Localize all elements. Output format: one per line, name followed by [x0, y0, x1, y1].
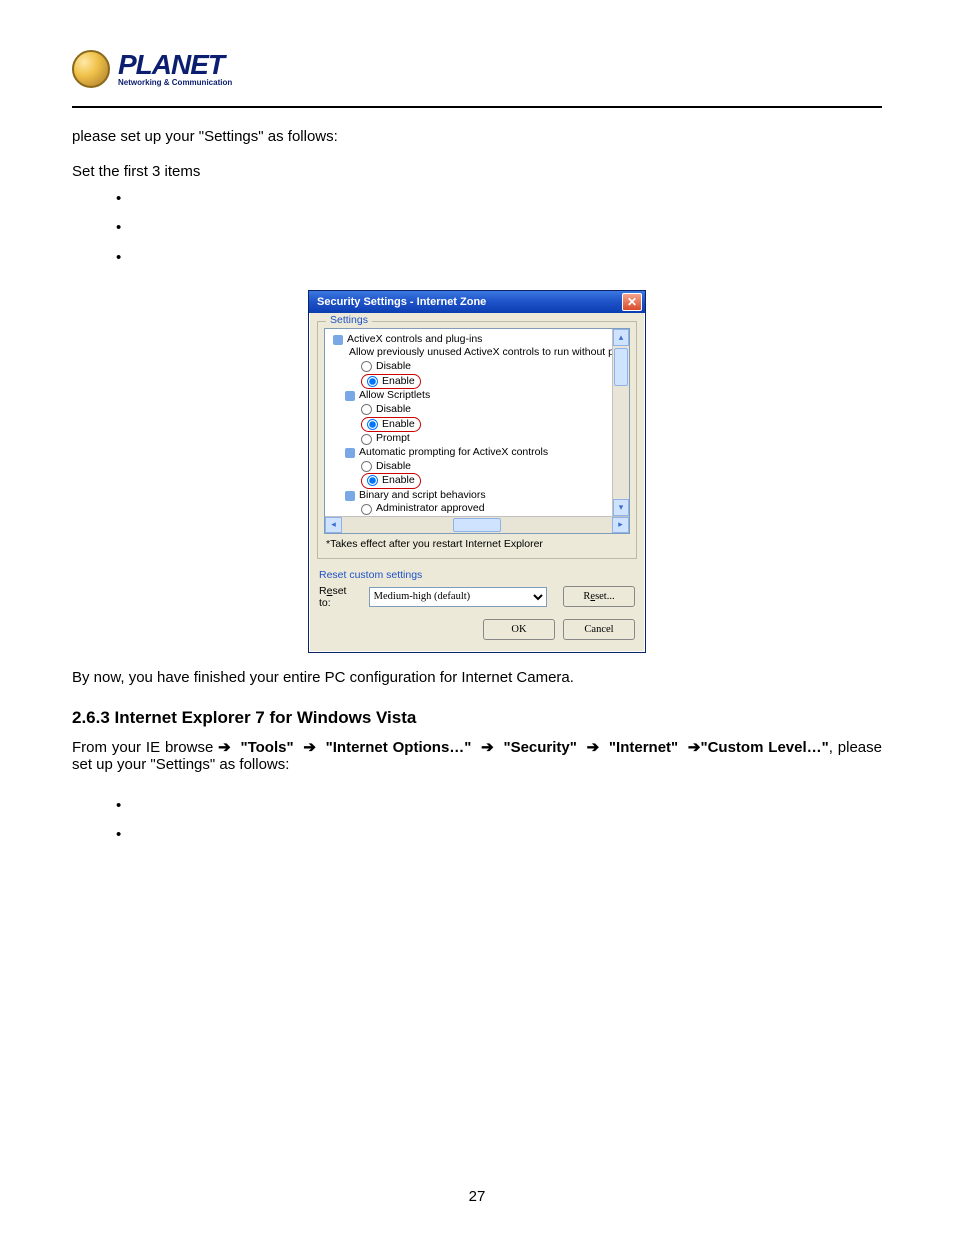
- groupbox-title: Settings: [326, 314, 372, 326]
- gear-icon: [345, 391, 355, 401]
- cancel-button[interactable]: Cancel: [563, 619, 635, 640]
- radio-label: Enable: [382, 418, 415, 432]
- dialog-titlebar[interactable]: Security Settings - Internet Zone ✕: [309, 291, 645, 313]
- arrow-icon: ➔: [303, 739, 316, 756]
- arrow-icon: ➔: [688, 739, 701, 756]
- empty-bullets-2: [116, 791, 882, 850]
- after-dialog-text: By now, you have finished your entire PC…: [72, 669, 882, 686]
- section-heading: 2.6.3 Internet Explorer 7 for Windows Vi…: [72, 708, 882, 728]
- radio-disable[interactable]: [361, 404, 372, 415]
- ok-button[interactable]: OK: [483, 619, 555, 640]
- radio-label: Disable: [376, 360, 411, 374]
- close-icon[interactable]: ✕: [622, 293, 642, 311]
- restart-note: *Takes effect after you restart Internet…: [326, 538, 630, 550]
- scroll-right-icon[interactable]: ▸: [612, 517, 629, 533]
- radio-admin[interactable]: [361, 504, 372, 515]
- scroll-left-icon[interactable]: ◂: [325, 517, 342, 533]
- logo: PLANET Networking & Communication: [72, 50, 882, 88]
- radio-label: Prompt: [376, 432, 410, 446]
- radio-disable[interactable]: [361, 461, 372, 472]
- tree-node: Allow Scriptlets: [359, 389, 430, 403]
- radio-label: Disable: [376, 460, 411, 474]
- radio-prompt[interactable]: [361, 434, 372, 445]
- horizontal-scrollbar[interactable]: ◂ ▸: [325, 516, 629, 533]
- scroll-thumb[interactable]: [453, 518, 501, 532]
- gear-icon: [345, 491, 355, 501]
- scroll-up-icon[interactable]: ▴: [613, 329, 629, 346]
- arrow-icon: ➔: [481, 739, 494, 756]
- arrow-icon: ➔: [218, 739, 231, 756]
- radio-disable[interactable]: [361, 361, 372, 372]
- logo-tagline: Networking & Communication: [118, 79, 232, 87]
- tree-node: Allow previously unused ActiveX controls…: [349, 346, 630, 360]
- page-number: 27: [0, 1188, 954, 1205]
- tree-node: Automatic prompting for ActiveX controls: [359, 446, 548, 460]
- tree-root: ActiveX controls and plug-ins: [347, 333, 482, 347]
- intro-text: please set up your "Settings" as follows…: [72, 128, 882, 145]
- radio-enable[interactable]: [367, 419, 378, 430]
- settings-groupbox: Settings ActiveX controls and plug-ins A…: [317, 321, 637, 559]
- reset-to-label: Reset to:: [319, 585, 361, 609]
- reset-level-combo[interactable]: Medium-high (default): [369, 587, 547, 607]
- arrow-icon: ➔: [587, 739, 600, 756]
- logo-name: PLANET: [118, 51, 232, 79]
- logo-globe-icon: [72, 50, 110, 88]
- settings-tree[interactable]: ActiveX controls and plug-ins Allow prev…: [324, 328, 630, 534]
- radio-enable[interactable]: [367, 475, 378, 486]
- radio-enable[interactable]: [367, 376, 378, 387]
- dialog-title: Security Settings - Internet Zone: [317, 296, 486, 308]
- gear-icon: [333, 335, 343, 345]
- header-rule: [72, 106, 882, 108]
- empty-bullets-1: [116, 184, 882, 272]
- radio-label: Disable: [376, 403, 411, 417]
- radio-label: Administrator approved: [376, 502, 485, 516]
- radio-label: Enable: [382, 474, 415, 488]
- set-first-3: Set the first 3 items: [72, 163, 882, 180]
- reset-section-title: Reset custom settings: [319, 569, 635, 581]
- tree-node: Binary and script behaviors: [359, 489, 486, 503]
- reset-button[interactable]: Reset...: [563, 586, 635, 607]
- radio-label: Enable: [382, 375, 415, 389]
- nav-path-text: From your IE browse ➔ "Tools" ➔ "Interne…: [72, 738, 882, 773]
- security-settings-dialog: Security Settings - Internet Zone ✕ Sett…: [308, 290, 646, 653]
- vertical-scrollbar[interactable]: ▴ ▾: [612, 329, 629, 516]
- scroll-thumb[interactable]: [614, 348, 628, 386]
- gear-icon: [345, 448, 355, 458]
- scroll-down-icon[interactable]: ▾: [613, 499, 629, 516]
